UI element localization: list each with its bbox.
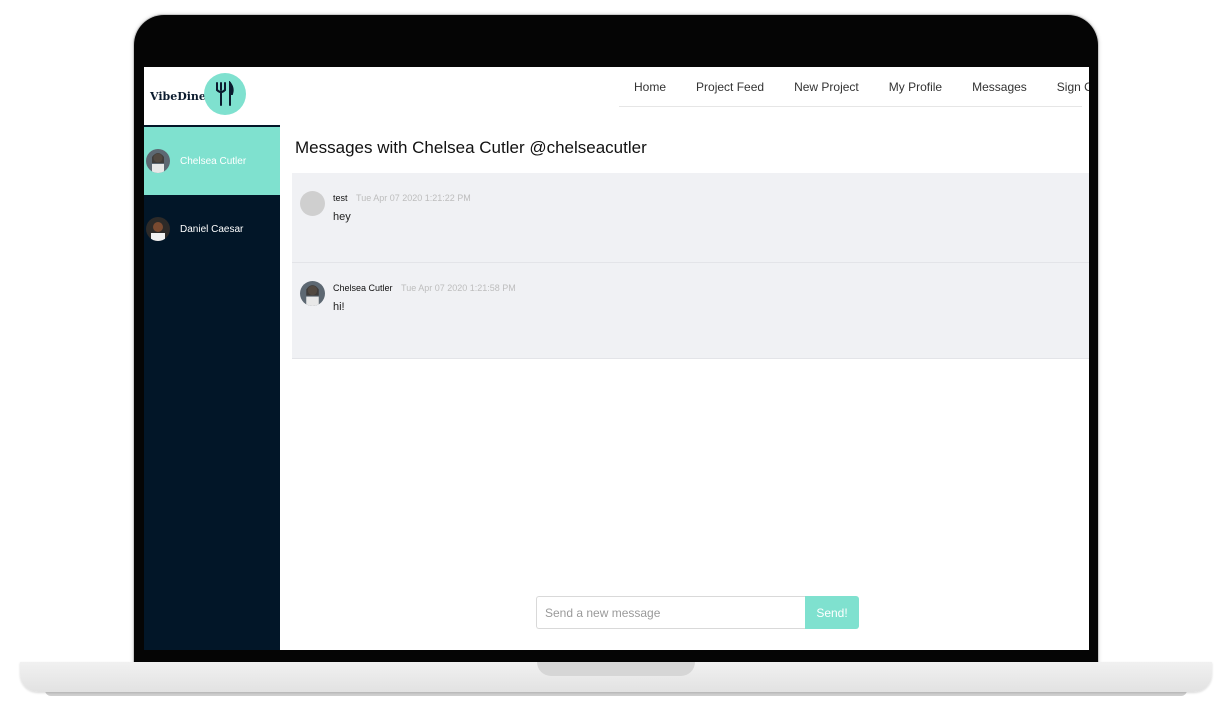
nav-my-profile[interactable]: My Profile <box>874 80 957 94</box>
nav-sign-out[interactable]: Sign Out <box>1042 80 1089 94</box>
laptop-notch <box>537 662 695 676</box>
avatar <box>300 281 325 306</box>
brand[interactable]: VibeDiner <box>144 67 280 125</box>
nav-messages[interactable]: Messages <box>957 80 1042 94</box>
nav-home[interactable]: Home <box>619 80 681 94</box>
top-nav: Home Project Feed New Project My Profile… <box>619 67 1089 107</box>
avatar <box>146 149 170 173</box>
message-header: test Tue Apr 07 2020 1:21:22 PM <box>333 193 471 203</box>
message-author: Chelsea Cutler <box>333 283 393 293</box>
contact-name: Daniel Caesar <box>180 223 244 235</box>
page-title: Messages with Chelsea Cutler @chelseacut… <box>295 138 647 157</box>
contact-name: Chelsea Cutler <box>180 155 247 167</box>
contact-chelsea-cutler[interactable]: Chelsea Cutler <box>144 127 280 195</box>
fork-knife-icon <box>204 73 246 115</box>
message-item: Chelsea Cutler Tue Apr 07 2020 1:21:58 P… <box>292 263 1089 359</box>
message-input[interactable] <box>536 596 805 629</box>
message-text: hi! <box>333 301 345 313</box>
message-author: test <box>333 193 348 203</box>
message-timestamp: Tue Apr 07 2020 1:21:22 PM <box>356 193 471 203</box>
contact-daniel-caesar[interactable]: Daniel Caesar <box>144 195 280 263</box>
send-button[interactable]: Send! <box>805 596 859 629</box>
avatar <box>300 191 325 216</box>
app-screen: VibeDiner Home Project Feed New Project … <box>144 67 1089 650</box>
message-composer: Send! <box>536 596 859 629</box>
conversation-sidebar: Chelsea Cutler Daniel Caesar <box>144 125 280 650</box>
message-item: test Tue Apr 07 2020 1:21:22 PM hey <box>292 173 1089 263</box>
message-text: hey <box>333 211 351 223</box>
brand-name: VibeDiner <box>150 89 212 103</box>
nav-project-feed[interactable]: Project Feed <box>681 80 779 94</box>
message-timestamp: Tue Apr 07 2020 1:21:58 PM <box>401 283 516 293</box>
avatar <box>146 217 170 241</box>
message-header: Chelsea Cutler Tue Apr 07 2020 1:21:58 P… <box>333 283 516 293</box>
nav-new-project[interactable]: New Project <box>779 80 874 94</box>
